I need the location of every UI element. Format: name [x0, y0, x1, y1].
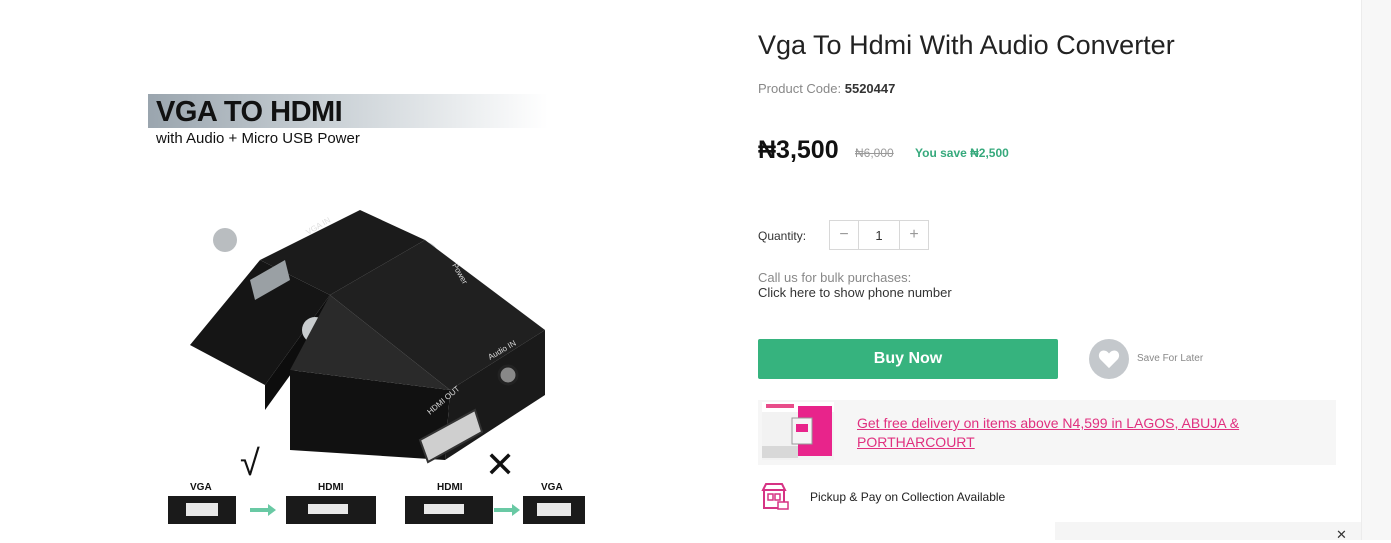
quantity-stepper: − 1 + [829, 220, 929, 250]
minus-icon[interactable]: − [830, 221, 858, 249]
old-price: ₦6,000 [855, 146, 894, 160]
diagram-label-hdmi: HDMI [318, 482, 344, 493]
promo-image [762, 402, 834, 460]
delivery-promo-link[interactable]: Get free delivery on items above N4,599 … [857, 414, 1277, 452]
close-icon[interactable]: ✕ [1336, 527, 1347, 543]
connector-diagram-graphics [168, 496, 585, 524]
cross-mark-icon: ✕ [485, 444, 516, 485]
bulk-purchase-text: Call us for bulk purchases: [758, 270, 912, 285]
product-image[interactable]: VGA TO HDMI with Audio + Micro USB Power… [140, 80, 610, 540]
save-for-later-label[interactable]: Save For Later [1137, 353, 1203, 364]
buy-now-button[interactable]: Buy Now [758, 339, 1058, 379]
quantity-label: Quantity: [758, 229, 807, 243]
bottom-popup-bar [1055, 522, 1361, 540]
image-banner-title: VGA TO HDMI [156, 96, 343, 128]
pickup-text: Pickup & Pay on Collection Available [810, 490, 1006, 504]
product-code-label: Product Code: [758, 81, 842, 96]
product-title: Vga To Hdmi With Audio Converter [758, 30, 1175, 60]
savings-text: You save ₦2,500 [915, 146, 1009, 160]
product-code-value: 5520447 [844, 81, 896, 96]
diagram-label-vga: VGA [190, 482, 212, 493]
product-code: Product Code: 5520447 [758, 81, 895, 96]
current-price: ₦3,500 [758, 136, 839, 164]
heart-icon [1098, 350, 1120, 369]
check-mark-icon: √ [240, 442, 260, 483]
scroll-area [1361, 0, 1391, 540]
delivery-promo: Get free delivery on items above N4,599 … [758, 400, 1336, 465]
plus-icon[interactable]: + [900, 221, 928, 249]
show-phone-link[interactable]: Click here to show phone number [758, 285, 952, 300]
diagram-label-vga-2: VGA [541, 482, 563, 493]
diagram-label-hdmi-2: HDMI [437, 482, 463, 493]
adapter-illustration: VGA IN Power Audio IN HDMI OUT [190, 210, 545, 464]
save-for-later-button[interactable] [1089, 339, 1129, 379]
image-banner-subtitle: with Audio + Micro USB Power [156, 130, 360, 147]
pickup-store-icon [761, 483, 789, 510]
quantity-input[interactable]: 1 [858, 221, 900, 249]
